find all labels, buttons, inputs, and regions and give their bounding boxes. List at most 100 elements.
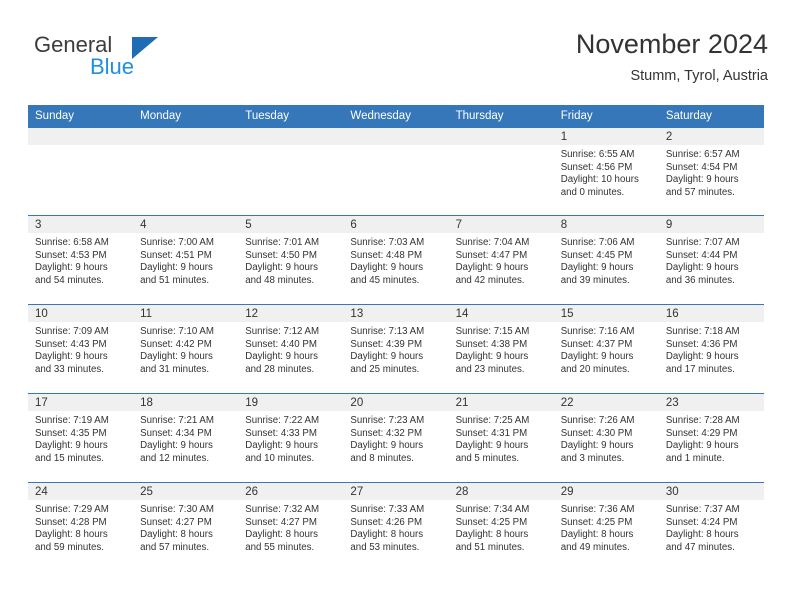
sunset-time: Sunset: 4:39 PM xyxy=(350,338,423,350)
calendar-day-cell[interactable]: 13 Sunrise: 7:13 AM Sunset: 4:39 PM Dayligh… xyxy=(343,304,449,394)
logo-text-blue: Blue xyxy=(90,54,135,79)
sunrise-time: Sunrise: 7:26 AM xyxy=(560,415,635,426)
daylight-line-1: Daylight: 8 hours xyxy=(245,529,318,541)
daylight-line-2: and 57 minutes. xyxy=(665,186,735,198)
calendar-day-cell[interactable]: 20 Sunrise: 7:23 AM Sunset: 4:32 PM Dayligh… xyxy=(343,393,449,483)
sunrise-time: Sunrise: 7:29 AM xyxy=(35,504,109,515)
calendar-empty-cell xyxy=(448,127,554,216)
sunrise-sunset-calendar: Sunday Monday Tuesday Wednesday Thursday… xyxy=(28,105,764,572)
calendar-day-cell[interactable]: 19 Sunrise: 7:22 AM Sunset: 4:33 PM Dayligh… xyxy=(238,393,344,483)
sunrise-time: Sunrise: 7:28 AM xyxy=(665,415,740,426)
daylight-line-2: and 45 minutes. xyxy=(350,274,420,286)
sunset-time: Sunset: 4:56 PM xyxy=(560,161,633,173)
triangle-icon xyxy=(132,37,158,59)
daylight-line-2: and 47 minutes. xyxy=(665,541,735,553)
day-number: 20 xyxy=(343,394,449,411)
sunrise-time: Sunrise: 7:10 AM xyxy=(140,326,214,337)
day-number: 16 xyxy=(658,305,764,322)
calendar-day-cell[interactable]: 5 Sunrise: 7:01 AM Sunset: 4:50 PM Daylight… xyxy=(238,215,344,305)
calendar-day-cell[interactable]: 11 Sunrise: 7:10 AM Sunset: 4:42 PM Dayligh… xyxy=(133,304,239,394)
daylight-line-1: Daylight: 9 hours xyxy=(560,351,634,363)
day-details: Sunrise: 7:04 AM Sunset: 4:47 PM Daylight:… xyxy=(449,233,554,287)
day-details: Sunrise: 7:26 AM Sunset: 4:30 PM Daylight:… xyxy=(554,411,659,465)
calendar-day-cell[interactable]: 3 Sunrise: 6:58 AM Sunset: 4:53 PM Daylight… xyxy=(28,215,134,305)
daylight-line-1: Daylight: 9 hours xyxy=(455,262,529,274)
calendar-day-cell[interactable]: 27 Sunrise: 7:33 AM Sunset: 4:26 PM Dayligh… xyxy=(343,482,449,572)
day-number: 21 xyxy=(448,394,554,411)
page-subtitle: Stumm, Tyrol, Austria xyxy=(630,68,768,84)
calendar-empty-cell xyxy=(343,127,449,216)
day-number xyxy=(343,128,449,145)
day-details: Sunrise: 7:19 AM Sunset: 4:35 PM Daylight:… xyxy=(28,411,133,465)
daylight-line-1: Daylight: 9 hours xyxy=(350,351,424,363)
weekday-header-monday: Monday xyxy=(133,105,239,128)
day-number: 17 xyxy=(28,394,134,411)
calendar-day-cell[interactable]: 22 Sunrise: 7:26 AM Sunset: 4:30 PM Dayligh… xyxy=(553,393,659,483)
weekday-header-saturday: Saturday xyxy=(658,105,764,128)
calendar-day-cell[interactable]: 2 Sunrise: 6:57 AM Sunset: 4:54 PM Daylight… xyxy=(658,127,764,216)
calendar-day-cell[interactable]: 28 Sunrise: 7:34 AM Sunset: 4:25 PM Dayligh… xyxy=(448,482,554,572)
calendar-day-cell[interactable]: 15 Sunrise: 7:16 AM Sunset: 4:37 PM Dayligh… xyxy=(553,304,659,394)
calendar-day-cell[interactable]: 16 Sunrise: 7:18 AM Sunset: 4:36 PM Dayligh… xyxy=(658,304,764,394)
daylight-line-2: and 31 minutes. xyxy=(140,363,210,375)
day-details: Sunrise: 7:13 AM Sunset: 4:39 PM Daylight:… xyxy=(343,322,448,376)
general-blue-logo[interactable]: General Blue xyxy=(28,32,248,92)
calendar-week-row: 17 Sunrise: 7:19 AM Sunset: 4:35 PM Dayligh… xyxy=(28,393,764,483)
day-number: 29 xyxy=(553,483,659,500)
calendar-day-cell[interactable]: 25 Sunrise: 7:30 AM Sunset: 4:27 PM Dayligh… xyxy=(133,482,239,572)
daylight-line-1: Daylight: 9 hours xyxy=(35,262,108,274)
calendar-week-row: 10 Sunrise: 7:09 AM Sunset: 4:43 PM Dayligh… xyxy=(28,304,764,394)
calendar-day-cell[interactable]: 29 Sunrise: 7:36 AM Sunset: 4:25 PM Dayligh… xyxy=(553,482,659,572)
calendar-day-cell[interactable]: 21 Sunrise: 7:25 AM Sunset: 4:31 PM Dayligh… xyxy=(448,393,554,483)
calendar-day-cell[interactable]: 12 Sunrise: 7:12 AM Sunset: 4:40 PM Dayligh… xyxy=(238,304,344,394)
sunset-time: Sunset: 4:54 PM xyxy=(665,161,738,173)
day-number: 5 xyxy=(238,216,344,233)
day-number: 9 xyxy=(658,216,764,233)
calendar-day-cell[interactable]: 18 Sunrise: 7:21 AM Sunset: 4:34 PM Dayligh… xyxy=(133,393,239,483)
calendar-day-cell[interactable]: 24 Sunrise: 7:29 AM Sunset: 4:28 PM Dayligh… xyxy=(28,482,134,572)
calendar-day-cell[interactable]: 23 Sunrise: 7:28 AM Sunset: 4:29 PM Dayligh… xyxy=(658,393,764,483)
calendar-day-cell[interactable]: 9 Sunrise: 7:07 AM Sunset: 4:44 PM Daylight… xyxy=(658,215,764,305)
daylight-line-2: and 23 minutes. xyxy=(455,363,525,375)
day-number: 28 xyxy=(448,483,554,500)
sunset-time: Sunset: 4:30 PM xyxy=(560,427,633,439)
day-details: Sunrise: 7:16 AM Sunset: 4:37 PM Daylight:… xyxy=(554,322,659,376)
sunrise-time: Sunrise: 6:55 AM xyxy=(560,149,635,160)
weekday-header-thursday: Thursday xyxy=(448,105,554,128)
sunrise-time: Sunrise: 6:58 AM xyxy=(35,237,109,248)
calendar-day-cell[interactable]: 6 Sunrise: 7:03 AM Sunset: 4:48 PM Daylight… xyxy=(343,215,449,305)
calendar-day-cell[interactable]: 17 Sunrise: 7:19 AM Sunset: 4:35 PM Dayligh… xyxy=(28,393,134,483)
sunset-time: Sunset: 4:25 PM xyxy=(455,516,528,528)
daylight-line-1: Daylight: 9 hours xyxy=(665,262,739,274)
daylight-line-2: and 42 minutes. xyxy=(455,274,525,286)
day-number: 11 xyxy=(133,305,239,322)
sunrise-time: Sunrise: 7:21 AM xyxy=(140,415,214,426)
calendar-day-cell[interactable]: 4 Sunrise: 7:00 AM Sunset: 4:51 PM Daylight… xyxy=(133,215,239,305)
calendar-day-cell[interactable]: 14 Sunrise: 7:15 AM Sunset: 4:38 PM Dayligh… xyxy=(448,304,554,394)
day-number: 8 xyxy=(553,216,659,233)
day-details: Sunrise: 7:34 AM Sunset: 4:25 PM Daylight:… xyxy=(449,500,554,554)
day-number xyxy=(28,128,134,145)
day-number: 18 xyxy=(133,394,239,411)
calendar-day-cell[interactable]: 30 Sunrise: 7:37 AM Sunset: 4:24 PM Dayligh… xyxy=(658,482,764,572)
calendar-day-cell[interactable]: 10 Sunrise: 7:09 AM Sunset: 4:43 PM Dayligh… xyxy=(28,304,134,394)
day-number: 13 xyxy=(343,305,449,322)
sunrise-time: Sunrise: 7:03 AM xyxy=(350,237,425,248)
day-details: Sunrise: 7:33 AM Sunset: 4:26 PM Daylight:… xyxy=(343,500,448,554)
calendar-day-cell[interactable]: 1 Sunrise: 6:55 AM Sunset: 4:56 PM Daylight… xyxy=(553,127,659,216)
day-number: 23 xyxy=(658,394,764,411)
day-number: 7 xyxy=(448,216,554,233)
calendar-day-cell[interactable]: 7 Sunrise: 7:04 AM Sunset: 4:47 PM Daylight… xyxy=(448,215,554,305)
calendar-week-row: 1 Sunrise: 6:55 AM Sunset: 4:56 PM Daylight… xyxy=(28,127,764,216)
daylight-line-1: Daylight: 9 hours xyxy=(350,440,424,452)
calendar-head: Sunday Monday Tuesday Wednesday Thursday… xyxy=(28,105,764,128)
daylight-line-1: Daylight: 9 hours xyxy=(140,262,213,274)
day-number: 30 xyxy=(658,483,764,500)
calendar-day-cell[interactable]: 26 Sunrise: 7:32 AM Sunset: 4:27 PM Dayligh… xyxy=(238,482,344,572)
daylight-line-1: Daylight: 9 hours xyxy=(245,351,318,363)
daylight-line-2: and 5 minutes. xyxy=(455,452,520,464)
sunrise-time: Sunrise: 7:37 AM xyxy=(665,504,740,515)
calendar-day-cell[interactable]: 8 Sunrise: 7:06 AM Sunset: 4:45 PM Daylight… xyxy=(553,215,659,305)
calendar-body: 1 Sunrise: 6:55 AM Sunset: 4:56 PM Daylight… xyxy=(28,127,764,572)
day-details: Sunrise: 7:18 AM Sunset: 4:36 PM Daylight:… xyxy=(659,322,764,376)
